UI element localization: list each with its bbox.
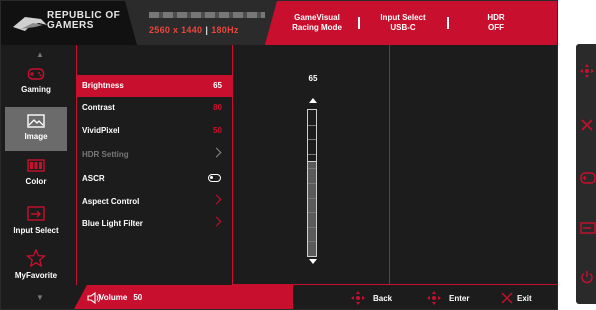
joystick-icon [351, 291, 365, 305]
submenu-blue-light-filter[interactable]: Blue Light Filter [77, 213, 232, 235]
input-value: USB-C [390, 23, 416, 32]
exit-button[interactable]: Exit [501, 291, 532, 306]
monitor-osd: REPUBLIC OF GAMERS 2560 x 1440 | 180Hz Gam… [0, 0, 558, 310]
chevron-right-icon [211, 194, 222, 205]
brand-text: REPUBLIC OF GAMERS [47, 11, 120, 31]
menu-label: Input Select [13, 226, 59, 235]
submenu-aspect-control[interactable]: Aspect Control [77, 191, 232, 213]
submenu-label: Blue Light Filter [82, 219, 143, 228]
slider-tick [308, 153, 316, 155]
menu-item-myfavorite[interactable]: MyFavorite [5, 249, 67, 289]
hotkey-strip [576, 44, 596, 304]
menu-label: Image [24, 132, 48, 141]
resolution-info: 2560 x 1440 | 180Hz [149, 25, 239, 35]
header-divider [447, 17, 449, 29]
submenu-contrast[interactable]: Contrast 80 [77, 97, 232, 119]
menu-scroll-up-icon[interactable]: ▲ [36, 50, 44, 59]
volume-value: 50 [133, 293, 143, 302]
slider-tick [308, 124, 316, 126]
menu-item-color[interactable]: Color [5, 159, 67, 199]
back-label: Back [373, 294, 393, 303]
image-icon [27, 114, 45, 128]
hdr-label: HDR [487, 13, 505, 22]
menu-label: MyFavorite [14, 271, 58, 280]
submenu-label: Aspect Control [82, 197, 140, 206]
joystick-icon [427, 291, 441, 305]
brand-line2: GAMERS [47, 20, 94, 31]
gamevisual-value: Racing Mode [292, 23, 342, 32]
submenu-value: 65 [213, 81, 222, 90]
slider-tick [308, 212, 316, 214]
chevron-right-icon [211, 147, 222, 158]
slider-tick [308, 168, 316, 170]
submenu-hdr-setting[interactable]: HDR Setting [77, 144, 232, 166]
enter-button[interactable]: Enter [427, 291, 469, 307]
slider-down-arrow-icon[interactable] [309, 259, 317, 264]
slider-tick [308, 226, 316, 228]
slider-tick [308, 241, 316, 243]
submenu-label: Contrast [82, 103, 115, 112]
submenu-ascr[interactable]: ASCR [77, 168, 232, 190]
hdr-status: HDR OFF [456, 13, 536, 33]
submenu-brightness[interactable]: Brightness 65 [77, 75, 232, 97]
brightness-slider[interactable] [307, 109, 317, 257]
refresh-text: 180Hz [211, 25, 239, 35]
volume-shortcut[interactable]: Volume 50 [99, 293, 142, 302]
gamepad-icon [27, 68, 45, 80]
star-icon [26, 249, 46, 267]
menu-item-image[interactable]: Image [5, 107, 67, 151]
back-button[interactable]: Back [351, 291, 392, 307]
resolution-text: 2560 x 1440 [149, 25, 203, 35]
menu-label: Color [25, 177, 47, 186]
joystick-icon[interactable] [580, 64, 594, 78]
osd-footer: Volume 50 Back Enter Exit [1, 285, 557, 309]
submenu-label: HDR Setting [82, 150, 129, 159]
slider-value: 65 [308, 74, 318, 83]
slider-tick [308, 183, 316, 184]
header-divider [358, 17, 360, 29]
close-icon [501, 292, 513, 304]
header-model-band [125, 1, 277, 45]
slider-up-arrow-icon[interactable] [309, 98, 317, 103]
menu-item-input-select[interactable]: Input Select [5, 206, 67, 246]
menu-label: Gaming [21, 85, 51, 94]
submenu-vividpixel[interactable]: VividPixel 50 [77, 120, 232, 142]
divider [232, 45, 233, 285]
color-icon [27, 159, 45, 172]
gamevisual-status: GameVisual Racing Mode [277, 13, 357, 33]
input-label: Input Select [380, 13, 426, 22]
submenu-label: ASCR [82, 174, 105, 183]
submenu-label: VividPixel [82, 126, 120, 135]
model-name [149, 12, 265, 18]
gamevisual-label: GameVisual [294, 13, 340, 22]
enter-label: Enter [449, 294, 470, 303]
chevron-right-icon [211, 216, 222, 227]
exit-label: Exit [517, 294, 532, 303]
submenu-value: 80 [213, 103, 222, 112]
divider [389, 45, 390, 285]
toggle-icon[interactable] [208, 174, 221, 182]
menu-item-gaming[interactable]: Gaming [5, 67, 67, 107]
close-icon[interactable] [580, 118, 594, 132]
input-status: Input Select USB-C [363, 13, 443, 33]
input-icon[interactable] [580, 222, 596, 234]
slider-tick [308, 197, 316, 199]
hdr-value: OFF [488, 23, 504, 32]
submenu-value: 50 [213, 126, 222, 135]
slider-tick [308, 139, 316, 141]
gamepad-icon[interactable] [580, 172, 596, 184]
power-icon[interactable] [580, 270, 594, 284]
submenu-label: Brightness [82, 81, 124, 90]
volume-label: Volume [99, 293, 128, 302]
input-icon [27, 206, 45, 221]
